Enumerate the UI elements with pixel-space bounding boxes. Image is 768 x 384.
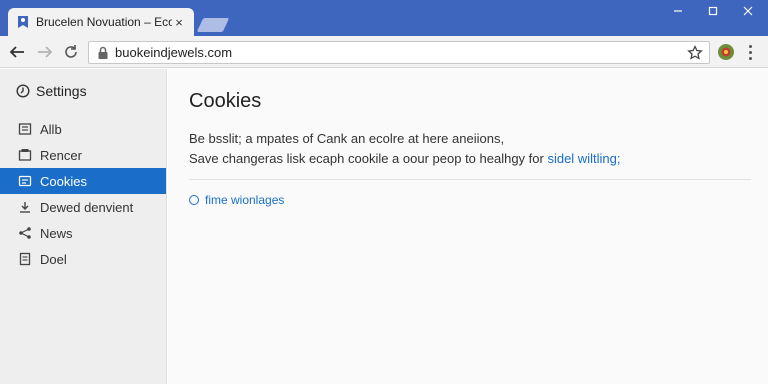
minimize-icon <box>674 10 682 12</box>
menu-dot-icon <box>748 44 752 48</box>
share-icon <box>18 226 32 240</box>
document-icon <box>18 252 32 266</box>
bookmark-star-button[interactable] <box>685 43 705 63</box>
sidebar-item-label: Cookies <box>40 173 87 189</box>
settings-clock-icon <box>16 84 30 98</box>
settings-content: Cookies Be bsslit; a mpates of Cank an e… <box>168 69 768 384</box>
page-title: Cookies <box>189 90 262 112</box>
close-icon <box>743 6 753 16</box>
download-icon <box>18 200 32 214</box>
favicon-icon <box>16 15 30 29</box>
arrow-right-icon <box>38 46 53 58</box>
description-text: Save changeras lisk ecaph cookile a oour… <box>189 151 548 166</box>
menu-dot-icon <box>748 50 752 54</box>
maximize-button[interactable] <box>695 0 731 22</box>
radio-button-icon[interactable] <box>189 195 199 205</box>
arrow-left-icon <box>9 46 24 58</box>
address-bar[interactable]: buokeindjewels.com <box>88 41 710 64</box>
extension-icon <box>718 44 734 60</box>
sidebar-item-news[interactable]: News <box>0 220 166 246</box>
sidebar-item-allb[interactable]: Allb <box>0 116 166 142</box>
sidebar-item-label: News <box>40 225 73 241</box>
browser-tab[interactable]: Brucelen Novuation – Ecolrs × <box>8 8 194 36</box>
tab-close-icon[interactable]: × <box>172 15 186 30</box>
sidebar-item-doel[interactable]: Doel <box>0 246 166 272</box>
browser-toolbar: buokeindjewels.com <box>0 36 768 68</box>
star-icon <box>687 45 703 60</box>
close-window-button[interactable] <box>730 0 766 22</box>
menu-dot-icon <box>748 56 752 60</box>
cookie-option[interactable]: fime wionlages <box>189 193 284 207</box>
new-tab-button[interactable] <box>196 18 230 32</box>
sidebar-item-label: Allb <box>40 121 62 137</box>
sidebar-header: Settings <box>16 83 87 99</box>
sidebar-item-rencer[interactable]: Rencer <box>0 142 166 168</box>
render-icon <box>18 148 32 162</box>
url-text: buokeindjewels.com <box>115 45 233 60</box>
cookie-icon <box>18 174 32 188</box>
apps-icon <box>18 122 32 136</box>
description-line: Be bsslit; a mpates of Cank an ecolre at… <box>189 131 505 146</box>
forward-button[interactable] <box>34 42 56 62</box>
sidebar-item-dewed-denvient[interactable]: Dewed denvient <box>0 194 166 220</box>
sidebar-header-label: Settings <box>36 83 87 99</box>
section-divider <box>189 179 751 180</box>
lock-icon <box>97 46 109 60</box>
settings-sidebar: Settings Allb Rencer Cookies Dewed denvi… <box>0 69 167 384</box>
sidebar-item-label: Dewed denvient <box>40 199 134 215</box>
extension-button[interactable] <box>717 43 735 61</box>
tab-title: Brucelen Novuation – Ecolrs <box>36 15 172 29</box>
reload-button[interactable] <box>60 42 82 62</box>
description-line: Save changeras lisk ecaph cookile a oour… <box>189 149 620 169</box>
title-bar: Brucelen Novuation – Ecolrs × <box>0 0 768 36</box>
option-label: fime wionlages <box>205 193 285 207</box>
sidebar-item-label: Rencer <box>40 147 82 163</box>
reload-icon <box>65 45 77 58</box>
description-link[interactable]: sidel wiltling; <box>547 151 620 166</box>
minimize-button[interactable] <box>660 0 696 22</box>
browser-menu-button[interactable] <box>742 43 758 61</box>
cookies-description: Be bsslit; a mpates of Cank an ecolre at… <box>189 129 620 169</box>
maximize-icon <box>708 6 718 16</box>
back-button[interactable] <box>6 42 28 62</box>
sidebar-item-label: Doel <box>40 251 67 267</box>
sidebar-item-cookies[interactable]: Cookies <box>0 168 166 194</box>
